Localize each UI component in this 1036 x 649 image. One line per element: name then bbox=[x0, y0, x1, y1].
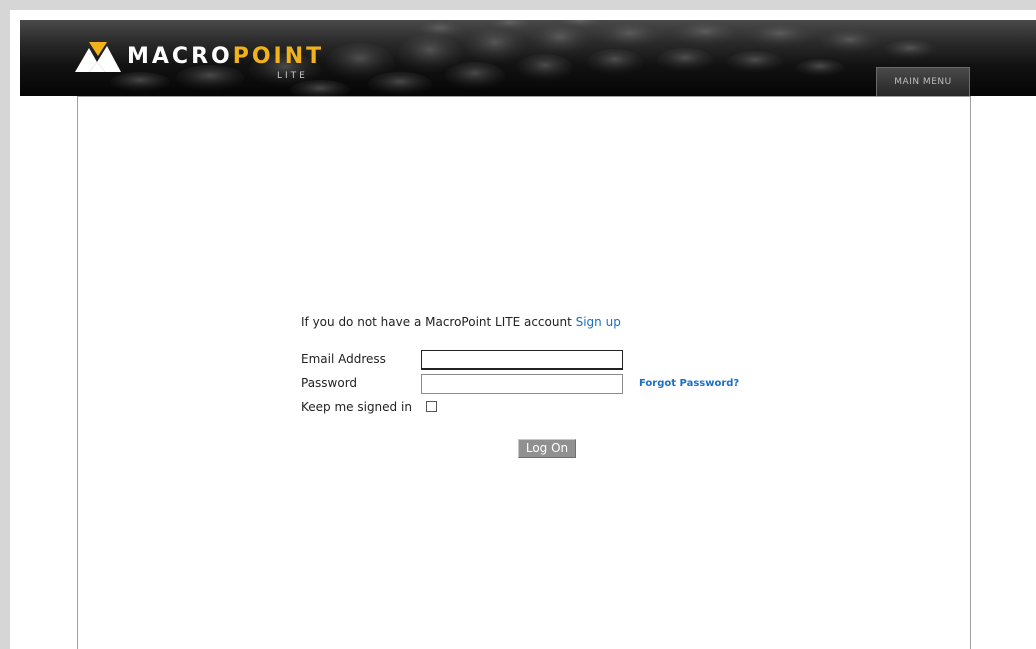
keep-signed-in-checkbox[interactable] bbox=[426, 401, 437, 412]
app-frame: MACROPOINT LITE MAIN MENU If you do not … bbox=[0, 0, 1036, 649]
log-on-button[interactable]: Log On bbox=[518, 439, 576, 458]
logo-text-macro: MACRO bbox=[127, 44, 233, 69]
logo-text-point: POINT bbox=[232, 44, 325, 69]
macropoint-m-icon bbox=[75, 42, 121, 72]
site-header: MACROPOINT LITE MAIN MENU bbox=[20, 20, 1036, 96]
logo-wordmark: MACROPOINT bbox=[127, 44, 324, 69]
signup-prompt: If you do not have a MacroPoint LITE acc… bbox=[301, 315, 621, 329]
password-label: Password bbox=[301, 376, 358, 390]
signup-prompt-text: If you do not have a MacroPoint LITE acc… bbox=[301, 315, 576, 329]
email-label: Email Address bbox=[301, 352, 386, 366]
content-panel: If you do not have a MacroPoint LITE acc… bbox=[77, 96, 971, 649]
forgot-password-link[interactable]: Forgot Password? bbox=[639, 378, 739, 389]
password-field[interactable] bbox=[421, 374, 623, 394]
signup-link[interactable]: Sign up bbox=[576, 315, 621, 329]
keep-signed-in-label: Keep me signed in bbox=[301, 400, 412, 414]
main-menu-button[interactable]: MAIN MENU bbox=[876, 67, 970, 96]
logo-text-lite: LITE bbox=[277, 71, 308, 81]
email-field[interactable] bbox=[421, 350, 623, 370]
